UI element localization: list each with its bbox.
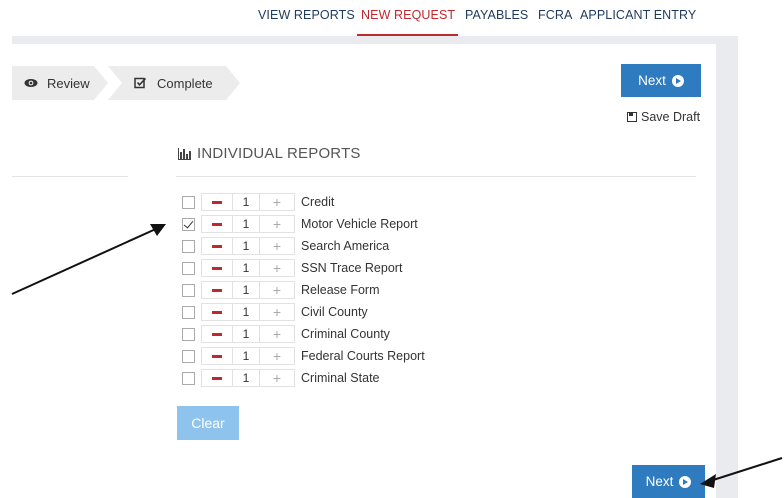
annotation-arrow-next xyxy=(700,457,783,488)
annotation-arrow-checkbox xyxy=(11,224,166,295)
annotation-arrows xyxy=(11,224,783,488)
